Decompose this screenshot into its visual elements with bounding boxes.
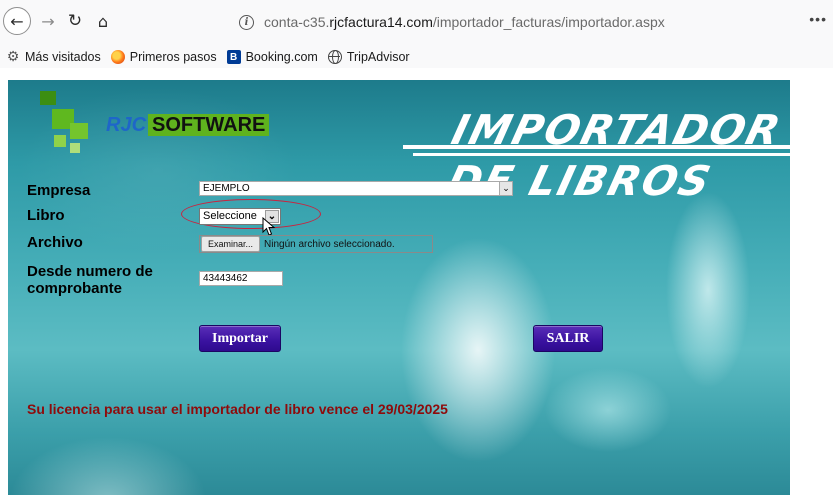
logo-software-text: SOFTWARE: [148, 114, 270, 136]
back-arrow-icon[interactable]: ←: [3, 7, 31, 35]
gear-icon: ⚙: [6, 49, 20, 65]
license-expiry-notice: Su licencia para usar el importador de l…: [27, 401, 448, 417]
bookmark-label: Más visitados: [25, 50, 101, 64]
desde-numero-label: Desde numero de comprobante: [27, 263, 153, 297]
rjc-software-logo: RJC SOFTWARE: [106, 114, 270, 136]
forward-arrow-icon[interactable]: →: [35, 8, 61, 34]
empresa-select[interactable]: EJEMPLO ⌄: [199, 181, 513, 196]
libro-label: Libro: [27, 207, 65, 224]
url-domain: rjcfactura14.com: [329, 14, 433, 30]
importar-button[interactable]: Importar: [199, 325, 281, 352]
bookmark-booking[interactable]: B Booking.com: [226, 50, 318, 64]
info-icon[interactable]: i: [239, 14, 254, 30]
bookmark-primeros-pasos[interactable]: Primeros pasos: [110, 50, 217, 64]
url-path: /importador_facturas/importador.aspx: [432, 14, 665, 30]
firefox-icon: [110, 50, 125, 64]
libro-value: Seleccione: [203, 210, 257, 222]
address-bar[interactable]: i conta-c35. rjcfactura14.com /importado…: [239, 7, 799, 37]
browser-toolbar: ← → ↻ ⌂ i conta-c35. rjcfactura14.com /i…: [0, 0, 833, 46]
bookmark-label: Booking.com: [245, 50, 318, 64]
home-icon[interactable]: ⌂: [90, 8, 116, 34]
logo-rjc-text: RJC: [106, 114, 147, 136]
browse-button[interactable]: Examinar...: [201, 236, 261, 252]
empresa-value: EJEMPLO: [203, 183, 250, 194]
desde-numero-input[interactable]: 43443462: [199, 271, 283, 286]
page-title-line1: IMPORTADOR: [447, 106, 787, 154]
bookmark-tripadvisor[interactable]: TripAdvisor: [327, 50, 410, 64]
reload-icon[interactable]: ↻: [62, 8, 88, 34]
salir-button[interactable]: SALIR: [533, 325, 603, 352]
bookmark-label: TripAdvisor: [346, 50, 410, 64]
mouse-cursor-icon: [262, 217, 276, 236]
bookmark-mas-visitados[interactable]: ⚙ Más visitados: [6, 49, 101, 65]
page-actions-menu-icon[interactable]: •••: [809, 11, 827, 27]
globe-icon: [327, 50, 342, 64]
chevron-down-icon[interactable]: ⌄: [499, 182, 512, 195]
archivo-file-input[interactable]: Examinar... Ningún archivo seleccionado.: [199, 235, 433, 253]
rjc-logo-icon: [40, 91, 96, 155]
bookmark-label: Primeros pasos: [129, 50, 217, 64]
booking-icon: B: [226, 50, 241, 64]
empresa-label: Empresa: [27, 182, 91, 199]
bookmarks-bar: ⚙ Más visitados Primeros pasos B Booking…: [0, 46, 833, 68]
file-status-text: Ningún archivo seleccionado.: [264, 238, 395, 250]
url-prefix: conta-c35.: [264, 14, 330, 30]
archivo-label: Archivo: [27, 234, 83, 251]
importer-page: RJC SOFTWARE IMPORTADOR DE LIBROS Empres…: [8, 80, 790, 495]
